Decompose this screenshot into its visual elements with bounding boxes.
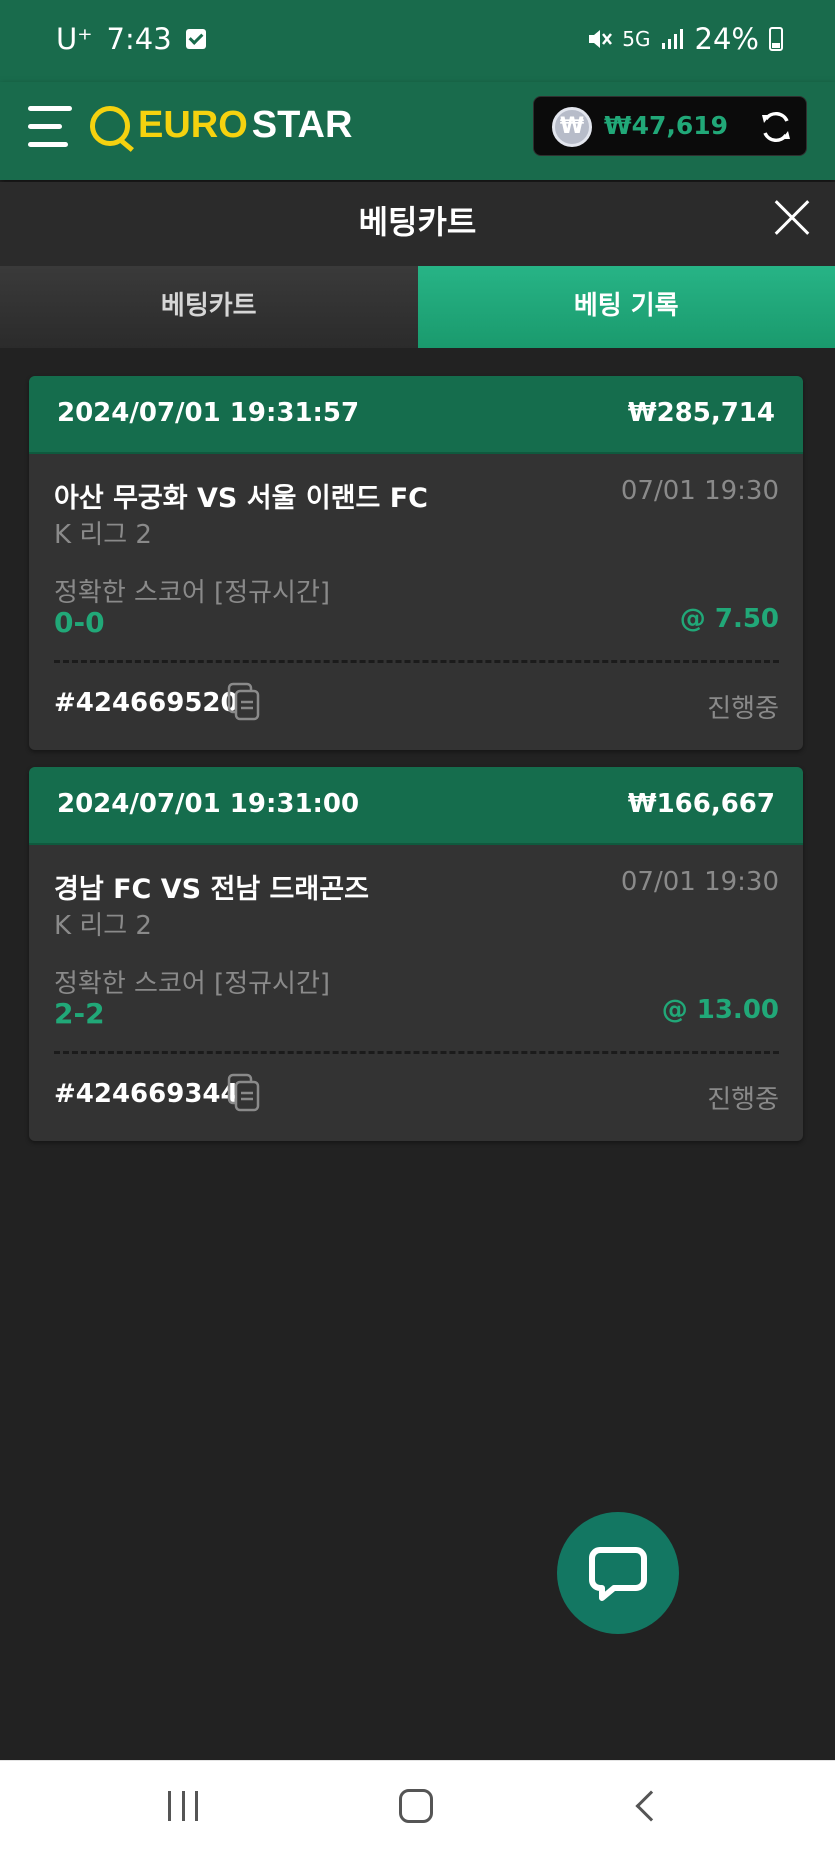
notification-check-icon	[185, 29, 206, 49]
refresh-icon[interactable]	[758, 109, 794, 145]
panel-title: 베팅카트	[358, 203, 477, 241]
won-coin-icon: ₩	[552, 107, 592, 147]
carrier-label: U⁺	[56, 22, 93, 56]
wallet-balance: ₩ ₩47,619	[533, 96, 807, 156]
bet-market: 정확한 스코어 [정규시간]	[54, 969, 331, 999]
tab-betting-history[interactable]: 베팅 기록	[417, 266, 835, 348]
home-icon[interactable]	[399, 1789, 433, 1823]
bet-card-header: 2024/07/01 19:31:00 ₩166,667	[29, 767, 803, 845]
tab-betting-cart[interactable]: 베팅카트	[0, 266, 418, 348]
app-header: EURO STAR ₩ ₩47,619	[0, 82, 835, 180]
logo-text-euro: EURO	[138, 104, 248, 146]
bet-market: 정확한 스코어 [정규시간]	[54, 578, 331, 608]
copy-icon[interactable]	[227, 682, 261, 722]
recents-icon[interactable]	[168, 1791, 198, 1821]
dashed-divider	[54, 660, 779, 663]
dashed-divider	[54, 1051, 779, 1054]
bet-placed-time: 2024/07/01 19:31:00	[57, 789, 360, 819]
system-nav-bar	[0, 1760, 835, 1856]
bet-card-header: 2024/07/01 19:31:57 ₩285,714	[29, 376, 803, 454]
bet-status: 진행중	[707, 694, 779, 724]
chat-bubble-icon	[589, 1547, 647, 1601]
bet-card: 2024/07/01 19:31:57 ₩285,714 아산 무궁화 VS 서…	[29, 376, 803, 750]
bet-pick: 0-0	[54, 606, 105, 639]
balance-amount: ₩47,619	[604, 111, 729, 140]
bet-amount: ₩166,667	[627, 789, 775, 819]
mute-icon	[589, 30, 613, 48]
bet-odds: @ 13.00	[661, 995, 779, 1025]
status-bar: U⁺ 7:43 5G 24%	[0, 0, 835, 82]
match-time: 07/01 19:30	[620, 867, 779, 897]
match-name: 아산 무궁화 VS 서울 이랜드 FC	[54, 483, 428, 514]
logo-text-star: STAR	[251, 104, 353, 146]
battery-icon	[769, 27, 783, 51]
hamburger-icon[interactable]	[28, 104, 74, 150]
bet-odds: @ 7.50	[679, 604, 779, 634]
betting-cart-title-bar: 베팅카트	[0, 182, 835, 266]
back-icon[interactable]	[635, 1790, 667, 1822]
chat-button[interactable]	[557, 1512, 679, 1634]
battery-percent: 24%	[694, 22, 759, 56]
clock: 7:43	[106, 22, 172, 56]
bet-placed-time: 2024/07/01 19:31:57	[57, 398, 360, 428]
bet-card: 2024/07/01 19:31:00 ₩166,667 경남 FC VS 전남…	[29, 767, 803, 1141]
match-name: 경남 FC VS 전남 드래곤즈	[54, 874, 369, 905]
signal-icon	[661, 29, 683, 49]
close-icon[interactable]	[771, 198, 811, 238]
status-bar-left: U⁺ 7:43	[56, 22, 206, 56]
bet-pick: 2-2	[54, 997, 105, 1030]
panel-tabs: 베팅카트 베팅 기록	[0, 266, 835, 348]
logo-mark-icon	[90, 105, 130, 146]
league-name: K 리그 2	[54, 911, 152, 941]
network-type-label: 5G	[622, 27, 651, 51]
bet-status: 진행중	[707, 1085, 779, 1115]
status-bar-right: 5G 24%	[586, 22, 783, 56]
copy-icon[interactable]	[227, 1073, 261, 1113]
bet-amount: ₩285,714	[627, 398, 775, 428]
match-time: 07/01 19:30	[620, 476, 779, 506]
eurostar-logo[interactable]: EURO STAR	[90, 104, 352, 147]
league-name: K 리그 2	[54, 520, 152, 550]
